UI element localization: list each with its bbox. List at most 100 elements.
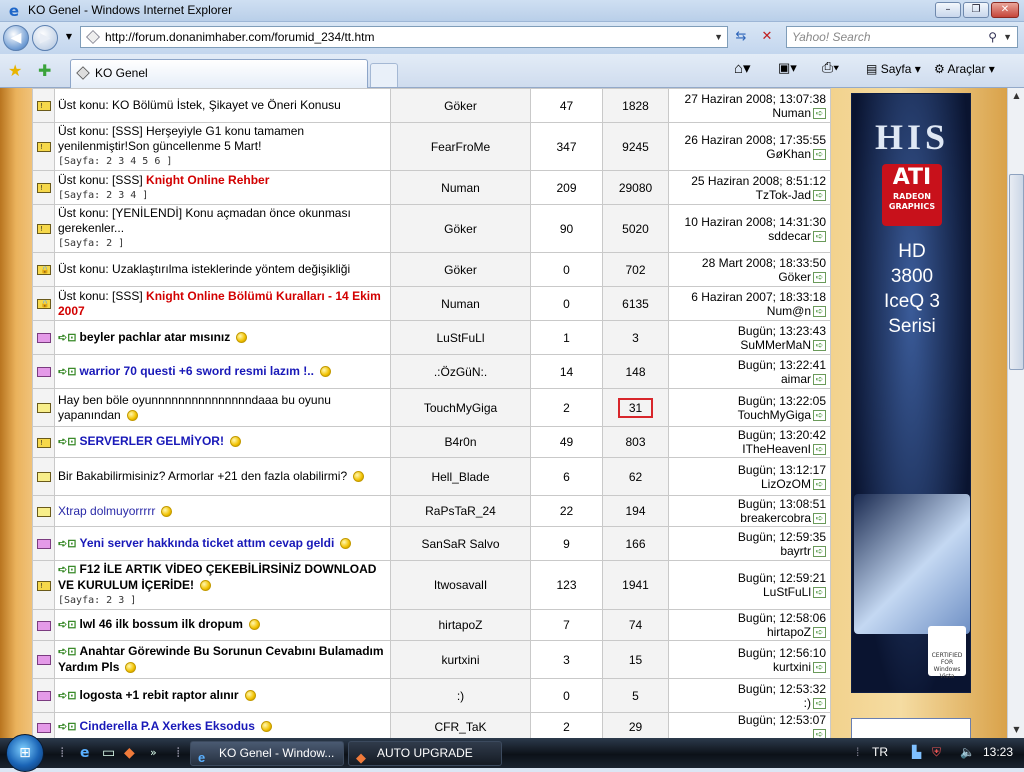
close-button[interactable]: ✕: [991, 2, 1019, 18]
last-post-user[interactable]: ITheHeavenI: [742, 442, 811, 456]
back-button[interactable]: ◀: [3, 25, 29, 51]
topic-author[interactable]: LuStFuLl: [390, 320, 531, 355]
home-icon[interactable]: ⌂▾: [734, 59, 751, 77]
topic-link[interactable]: SERVERLER GELMİYOR!: [80, 434, 224, 448]
scroll-thumb[interactable]: [1009, 174, 1024, 370]
last-post-user[interactable]: TzTok-Jad: [756, 188, 811, 202]
topic-replies[interactable]: 49: [530, 426, 603, 458]
topic-author[interactable]: kurtxini: [390, 640, 531, 679]
topic-replies[interactable]: 6: [530, 457, 603, 496]
forward-button[interactable]: ▶: [32, 25, 58, 51]
page-menu[interactable]: ▤ Sayfa ▾: [866, 62, 921, 76]
topic-replies[interactable]: 0: [530, 286, 603, 321]
topic-replies[interactable]: 347: [530, 122, 603, 171]
last-post-user[interactable]: SuMMerMaN: [740, 338, 811, 352]
topic-author[interactable]: Göker: [390, 88, 531, 123]
go-to-last-post-icon[interactable]: ➪: [813, 339, 826, 351]
topic-author[interactable]: RaPsTaR_24: [390, 495, 531, 527]
quicklaunch-more-icon[interactable]: »: [150, 745, 157, 761]
topic-replies[interactable]: 9: [530, 526, 603, 561]
topic-pages[interactable]: [Sayfa: 2 ]: [58, 236, 387, 251]
topic-author[interactable]: ItwosavalI: [390, 560, 531, 610]
start-button[interactable]: ⊞: [6, 734, 44, 772]
print-icon[interactable]: ⎙▾: [822, 59, 839, 76]
go-to-last-post-icon[interactable]: ➪: [813, 661, 826, 673]
go-to-last-post-icon[interactable]: ➪: [813, 587, 826, 599]
topic-replies[interactable]: 22: [530, 495, 603, 527]
game-quicklaunch-icon[interactable]: ◆: [124, 745, 135, 761]
clock[interactable]: 13:23: [983, 745, 1013, 759]
minimize-button[interactable]: –: [935, 2, 961, 18]
new-post-arrow-icon[interactable]: ➪⊡: [58, 619, 80, 631]
last-post-user[interactable]: kurtxini: [773, 660, 811, 674]
history-dropdown-icon[interactable]: ▼: [58, 26, 80, 48]
go-to-last-post-icon[interactable]: ➪: [813, 697, 826, 709]
topic-link[interactable]: Üst konu: KO Bölümü İstek, Şikayet ve Ön…: [58, 98, 341, 112]
topic-link[interactable]: Üst konu: Uzaklaştırılma isteklerinde yö…: [58, 262, 350, 276]
topic-author[interactable]: Numan: [390, 170, 531, 205]
topic-replies[interactable]: 3: [530, 640, 603, 679]
go-to-last-post-icon[interactable]: ➪: [813, 444, 826, 456]
volume-icon[interactable]: 🔈: [960, 745, 975, 759]
new-tab-button[interactable]: [370, 63, 398, 87]
favorites-star-icon[interactable]: ★: [8, 61, 22, 80]
address-field[interactable]: http://forum.donanimhaber.com/forumid_23…: [80, 26, 728, 48]
topic-author[interactable]: SanSaR Salvo: [390, 526, 531, 561]
new-post-arrow-icon[interactable]: ➪⊡: [58, 436, 80, 448]
topic-author[interactable]: CFR_TaK: [390, 712, 531, 738]
topic-author[interactable]: .:ÖzGüN:.: [390, 354, 531, 389]
topic-replies[interactable]: 1: [530, 320, 603, 355]
last-post-user[interactable]: Num@n: [767, 304, 811, 318]
last-post-user[interactable]: Numan: [772, 106, 811, 120]
feeds-icon[interactable]: ▣▾: [778, 60, 797, 76]
go-to-last-post-icon[interactable]: ➪: [813, 627, 826, 639]
topic-replies[interactable]: 90: [530, 204, 603, 253]
new-post-arrow-icon[interactable]: ➪⊡: [58, 538, 80, 550]
last-post-user[interactable]: sddecar: [768, 229, 811, 243]
task-ie-window[interactable]: e KO Genel - Window...: [190, 741, 344, 766]
topic-author[interactable]: :): [390, 678, 531, 713]
network-icon[interactable]: ▙: [912, 745, 921, 759]
new-post-arrow-icon[interactable]: ➪⊡: [58, 690, 80, 702]
go-to-last-post-icon[interactable]: ➪: [813, 189, 826, 201]
topic-link[interactable]: F12 İLE ARTIK VİDEO ÇEKEBİLİRSİNİZ DOWNL…: [58, 562, 376, 592]
go-to-last-post-icon[interactable]: ➪: [813, 545, 826, 557]
scroll-down-icon[interactable]: ▼: [1009, 722, 1024, 738]
topic-author[interactable]: Göker: [390, 252, 531, 287]
go-to-last-post-icon[interactable]: ➪: [813, 107, 826, 119]
go-to-last-post-icon[interactable]: ➪: [813, 271, 826, 283]
new-post-arrow-icon[interactable]: ➪⊡: [58, 564, 80, 576]
go-to-last-post-icon[interactable]: ➪: [813, 513, 826, 525]
topic-replies[interactable]: 2: [530, 388, 603, 427]
last-post-user[interactable]: LizOzOM: [761, 477, 811, 491]
refresh-icon[interactable]: ⇆: [730, 26, 752, 48]
scroll-up-icon[interactable]: ▲: [1009, 88, 1024, 104]
last-post-user[interactable]: breakercobra: [740, 511, 811, 525]
security-icon[interactable]: ⛨: [932, 745, 941, 760]
topic-replies[interactable]: 14: [530, 354, 603, 389]
show-desktop-icon[interactable]: ▭: [102, 745, 115, 761]
topic-link[interactable]: Bir Bakabilirmisiniz? Armorlar +21 den f…: [58, 469, 347, 483]
topic-pages[interactable]: [Sayfa: 2 3 4 ]: [58, 188, 387, 203]
topic-replies[interactable]: 0: [530, 252, 603, 287]
last-post-user[interactable]: Göker: [778, 270, 811, 284]
his-advert[interactable]: HIS ATI RADEON GRAPHICS HD 3800 IceQ 3 Ser…: [851, 93, 971, 693]
topic-pages[interactable]: [Sayfa: 2 3 4 5 6 ]: [58, 154, 387, 169]
go-to-last-post-icon[interactable]: ➪: [813, 373, 826, 385]
go-to-last-post-icon[interactable]: ➪: [813, 729, 826, 738]
second-advert[interactable]: [851, 718, 971, 738]
topic-author[interactable]: Numan: [390, 286, 531, 321]
topic-author[interactable]: Hell_Blade: [390, 457, 531, 496]
vertical-scrollbar[interactable]: ▲ ▼: [1007, 88, 1024, 738]
topic-author[interactable]: B4r0n: [390, 426, 531, 458]
last-post-user[interactable]: LuStFuLl: [763, 585, 811, 599]
new-post-arrow-icon[interactable]: ➪⊡: [58, 366, 80, 378]
tab-ko-genel[interactable]: KO Genel: [70, 59, 368, 88]
topic-author[interactable]: TouchMyGiga: [390, 388, 531, 427]
last-post-user[interactable]: GøKhan: [766, 147, 811, 161]
language-indicator[interactable]: TR: [872, 745, 888, 759]
topic-replies[interactable]: 123: [530, 560, 603, 610]
url-dropdown-icon[interactable]: ▼: [714, 27, 723, 47]
last-post-user[interactable]: hirtapoZ: [767, 625, 811, 639]
go-to-last-post-icon[interactable]: ➪: [813, 230, 826, 242]
